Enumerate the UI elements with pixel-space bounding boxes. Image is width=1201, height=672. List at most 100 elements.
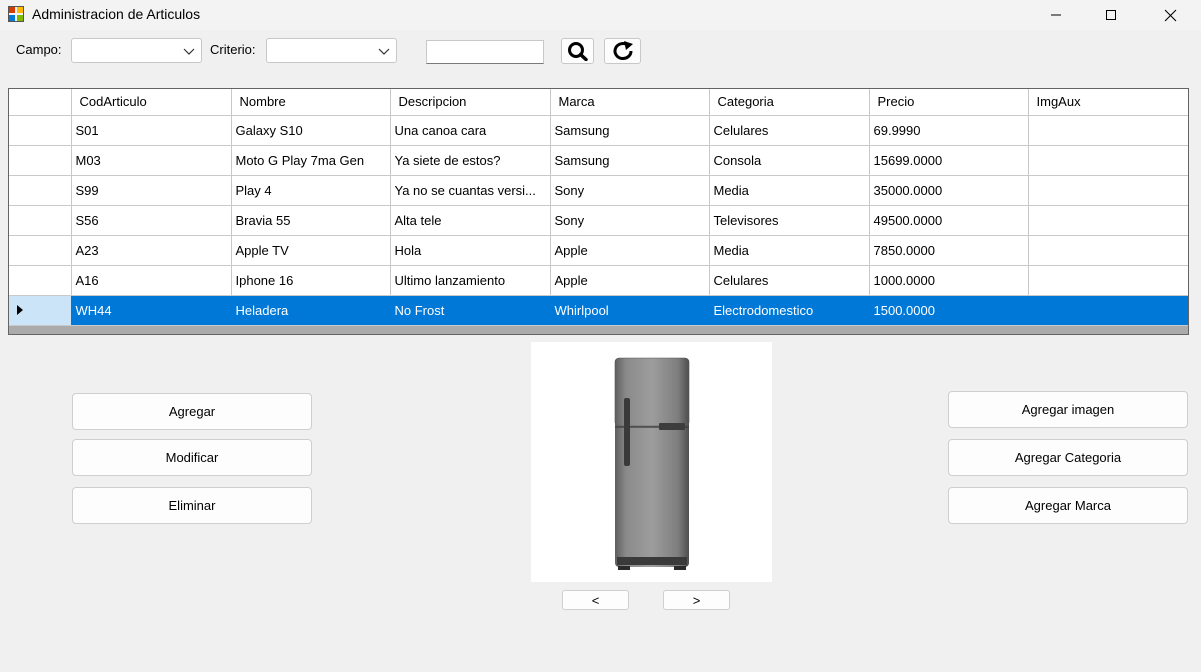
- cell-precio[interactable]: 7850.0000: [869, 235, 1029, 266]
- next-image-button[interactable]: >: [663, 590, 730, 610]
- cell-marca[interactable]: Apple: [550, 265, 710, 296]
- table-row-selected[interactable]: WH44 Heladera No Frost Whirlpool Electro…: [9, 295, 1188, 326]
- agregar-categoria-button[interactable]: Agregar Categoria: [948, 439, 1188, 476]
- table-row[interactable]: S56 Bravia 55 Alta tele Sony Televisores…: [9, 205, 1188, 236]
- cell-nombre[interactable]: Apple TV: [231, 235, 391, 266]
- column-header-precio[interactable]: Precio: [869, 89, 1029, 116]
- row-header-corner: [9, 89, 72, 116]
- cell-imgaux[interactable]: [1028, 145, 1188, 176]
- table-row[interactable]: M03 Moto G Play 7ma Gen Ya siete de esto…: [9, 145, 1188, 176]
- close-button[interactable]: [1141, 0, 1199, 30]
- window-title: Administracion de Articulos: [32, 6, 201, 22]
- cell-categoria[interactable]: Electrodomestico: [709, 295, 870, 326]
- cell-codarticulo[interactable]: M03: [71, 145, 232, 176]
- cell-descripcion[interactable]: Una canoa cara: [390, 115, 551, 146]
- cell-marca[interactable]: Apple: [550, 235, 710, 266]
- cell-codarticulo[interactable]: WH44: [71, 295, 232, 326]
- cell-codarticulo[interactable]: S56: [71, 205, 232, 236]
- cell-precio[interactable]: 1000.0000: [869, 265, 1029, 296]
- magnifier-icon: [567, 42, 588, 61]
- cell-categoria[interactable]: Media: [709, 175, 870, 206]
- row-header[interactable]: [9, 235, 72, 266]
- row-header[interactable]: [9, 265, 72, 296]
- article-image-box: [531, 342, 772, 582]
- cell-nombre[interactable]: Galaxy S10: [231, 115, 391, 146]
- row-header[interactable]: [9, 115, 72, 146]
- column-header-nombre[interactable]: Nombre: [231, 89, 391, 116]
- table-row[interactable]: A23 Apple TV Hola Apple Media 7850.0000: [9, 235, 1188, 266]
- column-header-descripcion[interactable]: Descripcion: [390, 89, 551, 116]
- campo-combobox[interactable]: [71, 38, 202, 63]
- cell-nombre[interactable]: Bravia 55: [231, 205, 391, 236]
- cell-categoria[interactable]: Televisores: [709, 205, 870, 236]
- cell-descripcion[interactable]: Ya no se cuantas versi...: [390, 175, 551, 206]
- eliminar-button[interactable]: Eliminar: [72, 487, 312, 524]
- cell-precio[interactable]: 35000.0000: [869, 175, 1029, 206]
- prev-image-button[interactable]: <: [562, 590, 629, 610]
- grid-header-row: CodArticulo Nombre Descripcion Marca Cat…: [9, 89, 1188, 116]
- cell-marca[interactable]: Sony: [550, 205, 710, 236]
- maximize-button[interactable]: [1082, 0, 1140, 30]
- cell-imgaux[interactable]: [1028, 205, 1188, 236]
- agregar-imagen-button[interactable]: Agregar imagen: [948, 391, 1188, 428]
- articulos-grid[interactable]: CodArticulo Nombre Descripcion Marca Cat…: [8, 88, 1189, 335]
- cell-codarticulo[interactable]: S01: [71, 115, 232, 146]
- refresh-button[interactable]: [604, 38, 641, 64]
- cell-imgaux[interactable]: [1028, 175, 1188, 206]
- cell-codarticulo[interactable]: A23: [71, 235, 232, 266]
- cell-imgaux[interactable]: [1028, 235, 1188, 266]
- refresh-icon: [613, 41, 633, 60]
- table-row[interactable]: S01 Galaxy S10 Una canoa cara Samsung Ce…: [9, 115, 1188, 146]
- cell-descripcion[interactable]: No Frost: [390, 295, 551, 326]
- cell-categoria[interactable]: Consola: [709, 145, 870, 176]
- cell-nombre[interactable]: Play 4: [231, 175, 391, 206]
- column-header-imgaux[interactable]: ImgAux: [1028, 89, 1188, 116]
- row-header[interactable]: [9, 205, 72, 236]
- cell-categoria[interactable]: Celulares: [709, 115, 870, 146]
- cell-descripcion[interactable]: Hola: [390, 235, 551, 266]
- minimize-icon: [1051, 14, 1061, 16]
- campo-label: Campo:: [16, 42, 62, 57]
- modificar-button[interactable]: Modificar: [72, 439, 312, 476]
- cell-marca[interactable]: Samsung: [550, 115, 710, 146]
- column-header-codarticulo[interactable]: CodArticulo: [71, 89, 232, 116]
- search-button[interactable]: [561, 38, 594, 64]
- agregar-marca-button[interactable]: Agregar Marca: [948, 487, 1188, 524]
- criterio-combobox[interactable]: [266, 38, 397, 63]
- cell-precio[interactable]: 1500.0000: [869, 295, 1029, 326]
- cell-nombre[interactable]: Moto G Play 7ma Gen: [231, 145, 391, 176]
- cell-marca[interactable]: Samsung: [550, 145, 710, 176]
- cell-nombre[interactable]: Iphone 16: [231, 265, 391, 296]
- cell-descripcion[interactable]: Alta tele: [390, 205, 551, 236]
- cell-descripcion[interactable]: Ya siete de estos?: [390, 145, 551, 176]
- cell-precio[interactable]: 69.9990: [869, 115, 1029, 146]
- cell-descripcion[interactable]: Ultimo lanzamiento: [390, 265, 551, 296]
- agregar-button[interactable]: Agregar: [72, 393, 312, 430]
- cell-imgaux[interactable]: [1028, 265, 1188, 296]
- search-input[interactable]: [426, 40, 544, 64]
- chevron-down-icon: [183, 48, 195, 55]
- cell-marca[interactable]: Whirlpool: [550, 295, 710, 326]
- column-header-marca[interactable]: Marca: [550, 89, 710, 116]
- cell-precio[interactable]: 49500.0000: [869, 205, 1029, 236]
- cell-imgaux[interactable]: [1028, 295, 1188, 326]
- row-header[interactable]: [9, 295, 72, 326]
- cell-categoria[interactable]: Media: [709, 235, 870, 266]
- table-row[interactable]: A16 Iphone 16 Ultimo lanzamiento Apple C…: [9, 265, 1188, 296]
- minimize-button[interactable]: [1027, 0, 1085, 30]
- maximize-icon: [1106, 10, 1116, 20]
- row-header[interactable]: [9, 145, 72, 176]
- app-icon: [8, 6, 24, 22]
- cell-categoria[interactable]: Celulares: [709, 265, 870, 296]
- table-row[interactable]: S99 Play 4 Ya no se cuantas versi... Son…: [9, 175, 1188, 206]
- cell-precio[interactable]: 15699.0000: [869, 145, 1029, 176]
- cell-codarticulo[interactable]: A16: [71, 265, 232, 296]
- cell-marca[interactable]: Sony: [550, 175, 710, 206]
- cell-nombre[interactable]: Heladera: [231, 295, 391, 326]
- title-bar: Administracion de Articulos: [0, 0, 1201, 30]
- cell-codarticulo[interactable]: S99: [71, 175, 232, 206]
- refrigerator-image: [614, 357, 690, 570]
- row-header[interactable]: [9, 175, 72, 206]
- cell-imgaux[interactable]: [1028, 115, 1188, 146]
- column-header-categoria[interactable]: Categoria: [709, 89, 870, 116]
